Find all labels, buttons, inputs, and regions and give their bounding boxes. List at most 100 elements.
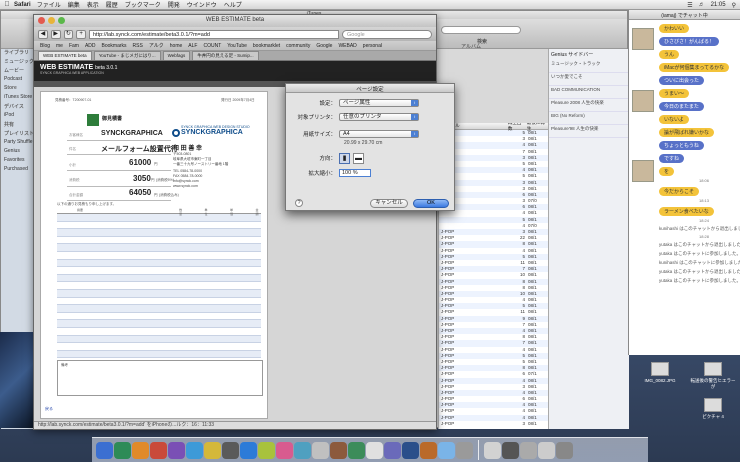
dock-app-icon[interactable] — [520, 441, 537, 459]
zoom-button[interactable] — [58, 17, 65, 24]
bookmark-item[interactable]: Bookmarks — [102, 43, 127, 49]
dock-app-icon[interactable] — [538, 441, 555, 459]
minimize-button[interactable] — [48, 17, 55, 24]
dock-app-icon[interactable] — [222, 441, 239, 459]
landscape-orientation-button[interactable]: ▬ — [353, 152, 364, 164]
dock-app-icon[interactable] — [384, 441, 401, 459]
reload-button[interactable]: ↻ — [63, 29, 74, 39]
sidebar-item[interactable]: ムービー — [1, 67, 36, 76]
dock-app-icon[interactable] — [330, 441, 347, 459]
genius-item[interactable]: BAD COMMUNICATION — [549, 86, 629, 99]
sidebar-item[interactable]: iTunes Store — [1, 94, 36, 103]
portrait-orientation-button[interactable]: ▮ — [339, 152, 350, 164]
bookmark-item[interactable]: ADD — [85, 43, 96, 49]
genius-item[interactable]: Pleasure 2008 人生の快楽 — [549, 99, 629, 112]
bookmark-item[interactable]: home — [170, 43, 183, 49]
dock-app-icon[interactable] — [402, 441, 419, 459]
desktop-icon-picture[interactable]: ピクチャ 4 — [690, 398, 736, 420]
paper-size-popup[interactable]: A4 ↕ — [339, 130, 419, 138]
printer-popup[interactable]: 任意のプリンタ ↕ — [339, 113, 419, 121]
genius-item[interactable]: Pleasure'98 人生の快楽 — [549, 125, 629, 138]
menu-file[interactable]: ファイル — [37, 0, 61, 9]
bookmark-item[interactable]: personal — [363, 43, 382, 49]
cancel-button[interactable]: キャンセル — [370, 199, 408, 208]
bookmark-item[interactable]: Google — [316, 43, 332, 49]
dock-app-icon[interactable] — [420, 441, 437, 459]
dock-app-icon[interactable] — [186, 441, 203, 459]
close-button[interactable] — [38, 17, 45, 24]
address-bar[interactable]: http://lab.synck.com/estimate/beta3.0.1/… — [89, 29, 339, 39]
bookmark-item[interactable]: me — [56, 43, 63, 49]
dock-app-icon[interactable] — [168, 441, 185, 459]
dock-app-icon[interactable] — [556, 441, 573, 459]
back-link[interactable]: 戻る — [45, 406, 53, 412]
dock-app-icon[interactable] — [312, 441, 329, 459]
dock-app-icon[interactable] — [114, 441, 131, 459]
bookmark-item[interactable]: COUNT — [203, 43, 221, 49]
dock-app-icon[interactable] — [502, 441, 519, 459]
bookmark-item[interactable]: YouTube — [227, 43, 247, 49]
apple-menu-icon[interactable]:  — [0, 1, 14, 8]
menu-help[interactable]: ヘルプ — [224, 0, 242, 9]
google-search-input[interactable]: Google — [342, 29, 432, 39]
clock[interactable]: 21:05 — [711, 2, 726, 8]
itunes-album-header[interactable]: アルバム — [461, 43, 481, 50]
dock-app-icon[interactable] — [438, 441, 455, 459]
dock-app-icon[interactable] — [276, 441, 293, 459]
dock-app-icon[interactable] — [150, 441, 167, 459]
forward-button[interactable]: ▶ — [50, 29, 61, 39]
add-bookmark-button[interactable]: + — [76, 29, 86, 39]
bookmark-item[interactable]: WEBAD — [338, 43, 356, 49]
dock-app-icon[interactable] — [294, 441, 311, 459]
dock-app-icon[interactable] — [456, 441, 473, 459]
tab-youtube[interactable]: YouTube - まじメガにはり... — [93, 51, 161, 60]
dock-app-icon[interactable] — [348, 441, 365, 459]
wifi-icon[interactable]: ☰ — [687, 2, 692, 9]
menu-develop[interactable]: 開発 — [168, 0, 180, 9]
spotlight-icon[interactable]: ⚲ — [732, 2, 736, 9]
scale-input[interactable]: 100 % — [339, 169, 371, 177]
bookmark-item[interactable]: bookmarklet — [253, 43, 280, 49]
sidebar-item[interactable]: Purchased — [1, 166, 36, 175]
bookmark-item[interactable]: Blog — [40, 43, 50, 49]
bookmark-item[interactable]: Fam — [69, 43, 79, 49]
track-row[interactable]: J-POP 3 08/1 — [439, 421, 548, 427]
bookmark-item[interactable]: アルク — [149, 42, 164, 49]
genius-item[interactable]: ミュージック・トラック — [549, 60, 629, 73]
tab-sumip[interactable]: 牛丼円の見える足 - Sumip... — [192, 51, 259, 60]
desktop-icon-warning[interactable]: 転送後の警告ヒエラーが — [690, 362, 736, 390]
settings-popup[interactable]: ページ属性 ↕ — [339, 99, 419, 107]
sidebar-item[interactable]: Party Shuffle — [1, 139, 36, 148]
sidebar-item[interactable]: Genius — [1, 148, 36, 157]
dock-app-icon[interactable] — [96, 441, 113, 459]
menu-edit[interactable]: 編集 — [68, 0, 80, 9]
itunes-search-input[interactable] — [441, 26, 521, 34]
bookmark-item[interactable]: RSS — [133, 43, 143, 49]
dock-app-icon[interactable] — [240, 441, 257, 459]
menu-bookmarks[interactable]: ブックマーク — [125, 0, 161, 9]
dock-app-icon[interactable] — [132, 441, 149, 459]
sidebar-item[interactable]: Podcast — [1, 76, 36, 85]
help-button[interactable]: ? — [295, 199, 303, 207]
menu-app-name[interactable]: Safari — [14, 2, 31, 8]
volume-icon[interactable]: ♬ — [699, 2, 705, 8]
genius-item[interactable]: BIG (No Reform) — [549, 112, 629, 125]
menu-history[interactable]: 履歴 — [106, 0, 118, 9]
menu-window[interactable]: ウインドウ — [187, 0, 217, 9]
bookmark-item[interactable]: ALF — [188, 43, 197, 49]
genius-item[interactable]: いつか愛でこそ — [549, 73, 629, 86]
bookmark-item[interactable]: community — [286, 43, 310, 49]
sidebar-item[interactable]: ミュージック — [1, 58, 36, 67]
sidebar-item[interactable]: iPod — [1, 112, 36, 121]
dock-app-icon[interactable] — [366, 441, 383, 459]
desktop-icon-photo[interactable]: IMG_0082.JPG — [640, 362, 680, 383]
ok-button[interactable]: OK — [413, 199, 449, 208]
tab-webfags[interactable]: Webfags — [162, 51, 191, 60]
menu-view[interactable]: 表示 — [87, 0, 99, 9]
tab-web-estimate[interactable]: WEB ESTIMATE beta — [38, 51, 92, 60]
dock-app-icon[interactable] — [258, 441, 275, 459]
sidebar-item[interactable]: Favorites — [1, 157, 36, 166]
dock-app-icon[interactable] — [204, 441, 221, 459]
back-button[interactable]: ◀ — [38, 29, 48, 39]
dock-app-icon[interactable] — [484, 441, 501, 459]
